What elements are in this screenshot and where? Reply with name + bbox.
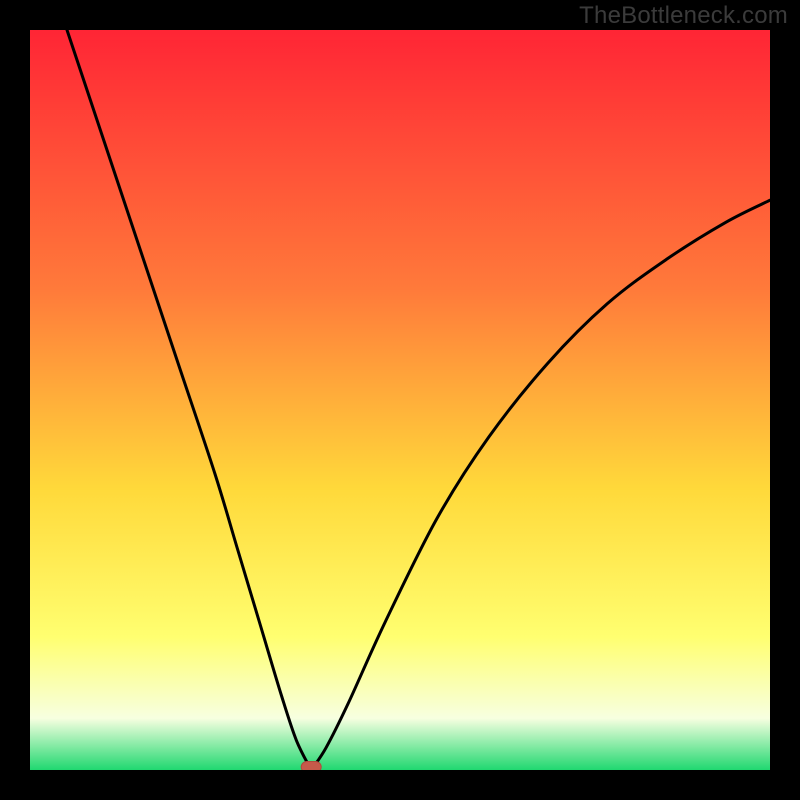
bottleneck-plot	[30, 30, 770, 770]
watermark-text: TheBottleneck.com	[579, 2, 788, 30]
optimum-marker	[301, 762, 321, 771]
gradient-background	[30, 30, 770, 770]
chart-frame: TheBottleneck.com	[0, 0, 800, 800]
